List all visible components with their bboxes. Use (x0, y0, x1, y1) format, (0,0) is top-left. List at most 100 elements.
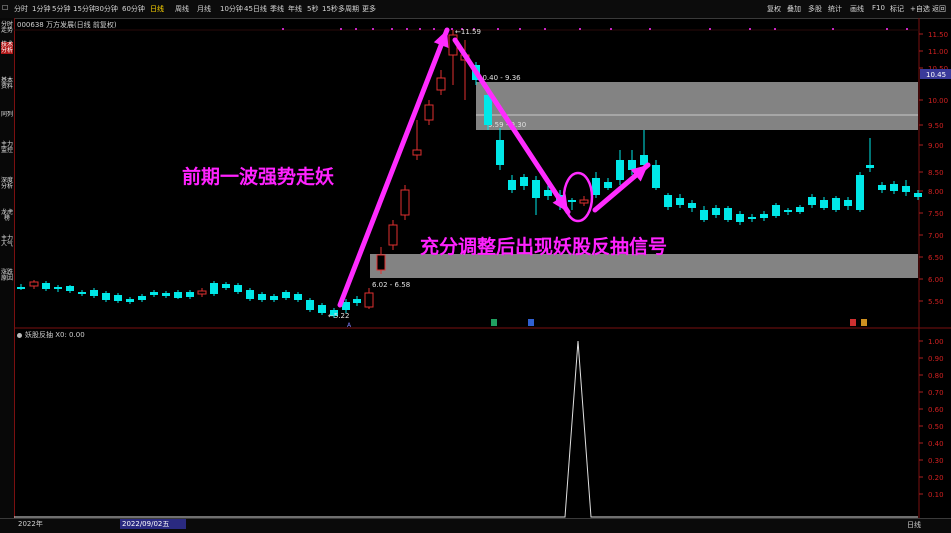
indicator-title: 妖股反抽 X0: 0.00 (17, 330, 85, 340)
candle-body (138, 296, 146, 300)
candle-body (866, 165, 874, 168)
annotation-left: 前期一波强势走妖 (182, 165, 334, 188)
signal-dot (886, 28, 888, 30)
low-marker: ←5.22 (328, 312, 349, 320)
price-axis-label: 9.00 (928, 142, 944, 150)
candle-body (364, 292, 374, 308)
candle-body (353, 299, 361, 303)
signal-dot (610, 28, 612, 30)
candle-body (258, 294, 266, 300)
indicator-axis-label: 1.00 (928, 338, 944, 346)
indicator-axis-label: 0.80 (928, 372, 944, 380)
candle-body (66, 286, 74, 291)
price-axis-label: 6.50 (928, 254, 944, 262)
candle-body (784, 210, 792, 212)
kline-chart[interactable]: 11.5011.0010.5010.009.509.008.508.007.50… (0, 0, 951, 532)
zone-label-lower: 6.02 - 6.58 (372, 281, 410, 289)
candle-body (688, 203, 696, 208)
indicator-axis-label: 0.60 (928, 406, 944, 414)
signal-dot (497, 28, 499, 30)
price-axis-label: 11.00 (928, 48, 948, 56)
signal-dot (355, 28, 357, 30)
signal-dot (709, 28, 711, 30)
event-icon-3[interactable] (850, 319, 856, 326)
candle-body (114, 295, 122, 301)
indicator-title-text: 妖股反抽 X0: 0.00 (25, 331, 85, 339)
candle-body (42, 283, 50, 289)
candle-body (724, 208, 732, 220)
signal-dot (579, 28, 581, 30)
candle-body (424, 104, 434, 121)
candle-body (664, 195, 672, 207)
signal-dot (519, 28, 521, 30)
candle-body (282, 292, 290, 298)
signal-dot (451, 28, 453, 30)
signal-dot (372, 28, 374, 30)
price-axis-label: 8.00 (928, 188, 944, 196)
candle-body (736, 214, 744, 222)
signal-dot (419, 28, 421, 30)
candle-body (246, 290, 254, 299)
candle-body (856, 175, 864, 210)
candle-body (210, 283, 218, 294)
candle-body (748, 217, 756, 219)
candle-body (318, 305, 326, 313)
price-axis-label: 6.00 (928, 276, 944, 284)
candle-body (772, 205, 780, 216)
candle-body (400, 189, 410, 216)
price-axis-label: 9.50 (928, 122, 944, 130)
candle-body (902, 186, 910, 192)
candle-body (54, 287, 62, 289)
candle-body (150, 292, 158, 295)
candle-body (412, 149, 422, 156)
candle-body (579, 199, 589, 204)
signal-dot (649, 28, 651, 30)
resistance-zone-upper (476, 82, 918, 130)
signal-dot (282, 28, 284, 30)
cursor-date: 2022/09/02五 (120, 519, 186, 529)
candle-body (508, 180, 516, 190)
signal-dot (391, 28, 393, 30)
candle-body (604, 182, 612, 188)
candle-body (520, 177, 528, 186)
candle-body (126, 299, 134, 302)
candle-body (436, 77, 446, 91)
candle-body (162, 293, 170, 296)
candle-body (914, 193, 922, 197)
candle-body (78, 292, 86, 294)
signal-dot (906, 28, 908, 30)
candle-body (186, 292, 194, 297)
signal-dot (832, 28, 834, 30)
price-axis-label: 7.00 (928, 232, 944, 240)
candle-body (17, 287, 25, 289)
event-icon-1[interactable] (491, 319, 497, 326)
candle-body (174, 292, 182, 298)
event-icon-2[interactable] (528, 319, 534, 326)
candle-body (832, 198, 840, 210)
signal-dot (406, 28, 408, 30)
price-axis-label: 10.00 (928, 97, 948, 105)
candle-body (712, 208, 720, 215)
candle-body (796, 207, 804, 212)
price-axis-label: 11.50 (928, 31, 948, 39)
event-icon-4[interactable] (861, 319, 867, 326)
high-marker: ←11.59 (455, 28, 481, 36)
bottom-period-label[interactable]: 日线 (907, 520, 921, 530)
signal-dot (749, 28, 751, 30)
indicator-dot-icon[interactable] (17, 332, 22, 338)
candle-body (844, 200, 852, 206)
bottom-year: 2022年 (18, 520, 43, 528)
signal-circle (562, 171, 594, 223)
candle-body (222, 284, 230, 288)
indicator-axis-label: 0.20 (928, 474, 944, 482)
candle-body (532, 180, 540, 198)
indicator-axis-label: 0.70 (928, 389, 944, 397)
candle-body (700, 210, 708, 220)
candle-body (544, 190, 552, 196)
candle-body (29, 281, 39, 287)
candle-body (592, 178, 600, 195)
price-axis-label: 5.50 (928, 298, 944, 306)
signal-dot (544, 28, 546, 30)
candle-body (270, 296, 278, 300)
annotation-right: 充分调整后出现妖股反抽信号 (420, 235, 667, 258)
